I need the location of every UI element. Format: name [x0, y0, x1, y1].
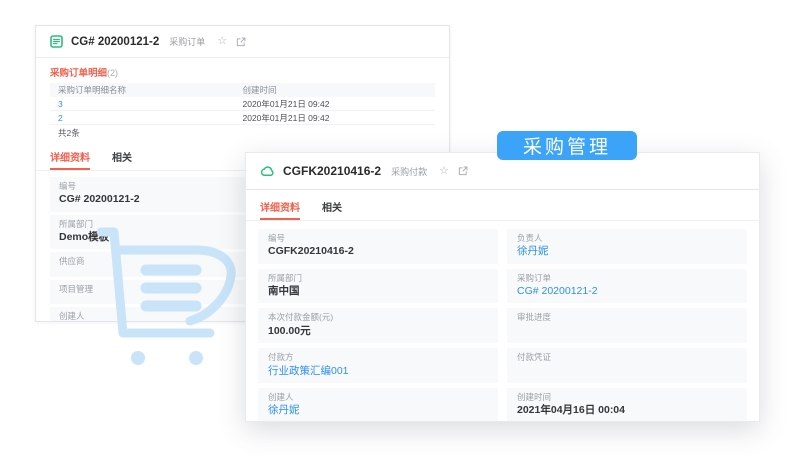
field-payer: 付款方 行业政策汇编001: [258, 348, 498, 383]
owner-link[interactable]: 徐丹妮: [517, 244, 737, 259]
page: CG# 20200121-2 采购订单 ☆ 采购订单明细(2) 采购订单明细名称…: [0, 0, 792, 459]
object-type-label: 采购订单: [169, 37, 206, 47]
tab-detail[interactable]: 详细资料: [260, 194, 300, 220]
related-list-count: (2): [107, 68, 119, 78]
table-row[interactable]: 2 2020年01月21日 09:42: [50, 111, 435, 125]
field-value: 100.00元: [268, 324, 311, 337]
invoice-icon: [50, 35, 63, 48]
field-value: 2021年04月16日 00:04: [517, 404, 625, 417]
front-tab-bar: 详细资料 相关: [246, 194, 759, 221]
tab-related[interactable]: 相关: [322, 194, 342, 220]
field-label: 编号: [268, 233, 286, 243]
module-badge: 采购管理: [497, 131, 637, 160]
field-payment-amount: 本次付款金额(元) 100.00元: [258, 308, 498, 344]
related-list-title: 采购订单明细(2): [50, 65, 435, 79]
field-value: [517, 324, 737, 329]
field-label: 付款方: [268, 352, 294, 363]
table-header-row: 采购订单明细名称 创建时间: [50, 83, 435, 97]
field-owner: 负责人 徐丹妮: [507, 229, 747, 264]
table-row[interactable]: 3 2020年01月21日 09:42: [50, 97, 435, 111]
favorite-star-icon[interactable]: ☆: [217, 36, 227, 47]
order-lines-table: 采购订单明细名称 创建时间 3 2020年01月21日 09:42 2 2020…: [50, 83, 435, 140]
field-value: [517, 364, 737, 369]
field-label: 付款凭证: [517, 352, 552, 363]
front-detail-fields: 编号 CGFK20210416-2 负责人 徐丹妮 所属部门 南中国 采购订单 …: [246, 221, 759, 421]
payer-link[interactable]: 行业政策汇编001: [268, 364, 488, 379]
field-label: 创建人: [268, 391, 294, 402]
field-label: 采购订单: [517, 272, 552, 283]
field-creator: 创建人 徐丹妮: [258, 387, 498, 421]
row-name-link[interactable]: 3: [58, 99, 243, 109]
record-title: CG# 20200121-2: [71, 35, 160, 48]
field-label: 本次付款金额(元): [268, 312, 334, 323]
purchase-payment-window: CGFK20210416-2 采购付款 ☆ 详细资料 相关 编号 CGFK202…: [245, 152, 760, 422]
record-title: CGFK20210416-2: [283, 164, 382, 178]
col-header-created: 创建时间: [242, 85, 277, 95]
field-number: 编号 CGFK20210416-2: [258, 229, 498, 264]
purchase-order-link[interactable]: CG# 20200121-2: [517, 284, 737, 299]
row-created-time: 2020年01月21日 09:42: [242, 98, 330, 109]
field-value: CGFK20210416-2: [268, 245, 354, 258]
field-value: 南中国: [268, 285, 300, 298]
field-payment-voucher: 付款凭证: [507, 348, 747, 383]
row-name-link[interactable]: 2: [58, 113, 243, 123]
row-created-time: 2020年01月21日 09:42: [242, 112, 330, 123]
favorite-star-icon[interactable]: ☆: [439, 165, 449, 177]
related-list-title-text: 采购订单明细: [50, 68, 108, 79]
field-department: 所属部门 南中国: [258, 268, 498, 304]
col-header-name: 采购订单明细名称: [58, 85, 127, 95]
tab-detail[interactable]: 详细资料: [50, 144, 90, 170]
field-label: 审批进度: [517, 312, 552, 323]
object-type-label: 采购付款: [391, 166, 428, 177]
field-purchase-order: 采购订单 CG# 20200121-2: [507, 268, 747, 304]
share-icon[interactable]: [236, 37, 246, 47]
table-footer-count: 共2条: [58, 127, 80, 138]
tab-related[interactable]: 相关: [112, 144, 132, 170]
purchase-order-header: CG# 20200121-2 采购订单 ☆: [36, 26, 449, 58]
share-icon[interactable]: [458, 166, 468, 176]
field-created-time: 创建时间 2021年04月16日 00:04: [507, 387, 747, 421]
cloud-icon: [260, 165, 275, 177]
field-label: 创建时间: [517, 391, 552, 402]
field-label: 负责人: [517, 233, 543, 243]
field-label: 所属部门: [268, 272, 303, 283]
creator-link[interactable]: 徐丹妮: [268, 403, 488, 418]
field-approval-progress: 审批进度: [507, 308, 747, 344]
